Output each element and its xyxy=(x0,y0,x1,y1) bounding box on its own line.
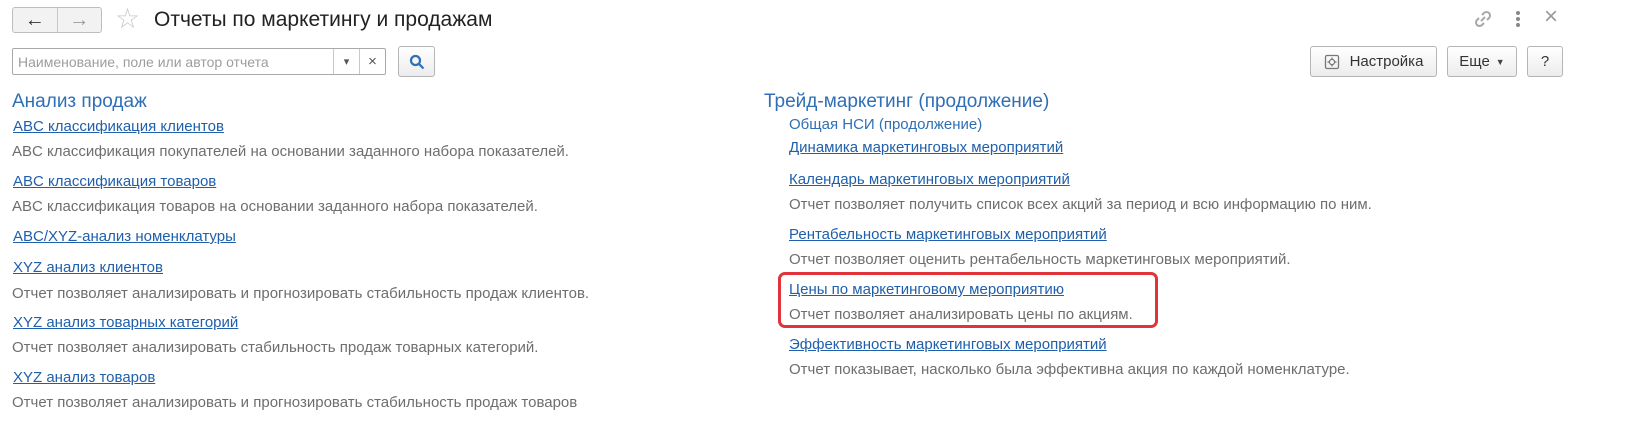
back-button[interactable]: ← xyxy=(13,8,58,32)
report-description: Отчет позволяет анализировать стабильнос… xyxy=(12,339,539,356)
report-link[interactable]: Эффективность маркетинговых мероприятий xyxy=(789,336,1107,353)
vertical-dots-icon[interactable] xyxy=(1512,9,1524,33)
report-link[interactable]: XYZ анализ товарных категорий xyxy=(13,314,238,331)
settings-label: Настройка xyxy=(1349,53,1424,70)
report-link[interactable]: ABC/XYZ-анализ номенклатуры xyxy=(13,228,236,245)
nav-buttons: ← → xyxy=(12,7,102,33)
arrow-right-icon: → xyxy=(69,9,90,31)
report-description: Отчет позволяет оценить рентабельность м… xyxy=(789,251,1291,268)
section-title: Анализ продаж xyxy=(12,91,147,112)
report-description: Отчет позволяет анализировать и прогнози… xyxy=(12,394,578,411)
help-button[interactable]: ? xyxy=(1527,46,1563,77)
settings-button[interactable]: Настройка xyxy=(1310,46,1437,77)
search-field: ▾ × xyxy=(12,48,386,75)
report-link[interactable]: ABC классификация клиентов xyxy=(13,118,224,135)
report-link[interactable]: Календарь маркетинговых мероприятий xyxy=(789,171,1070,188)
settings-icon xyxy=(1324,54,1339,69)
report-link[interactable]: ABC классификация товаров xyxy=(13,173,216,190)
more-button[interactable]: Еще ▼ xyxy=(1447,46,1517,77)
link-icon[interactable] xyxy=(1473,9,1493,33)
magnifier-icon xyxy=(409,54,424,69)
close-icon[interactable]: × xyxy=(1544,5,1558,29)
report-description: Отчет показывает, насколько была эффекти… xyxy=(789,361,1350,378)
more-label: Еще xyxy=(1459,53,1490,70)
report-description: ABC классификация покупателей на основан… xyxy=(12,143,569,160)
report-link[interactable]: XYZ анализ товаров xyxy=(13,369,155,386)
help-label: ? xyxy=(1540,53,1550,70)
report-link[interactable]: Динамика маркетинговых мероприятий xyxy=(789,139,1063,156)
highlight-frame xyxy=(778,272,1158,328)
report-link[interactable]: Рентабельность маркетинговых мероприятий xyxy=(789,226,1107,243)
subsection-title: Общая НСИ (продолжение) xyxy=(789,116,983,133)
page-title: Отчеты по маркетингу и продажам xyxy=(154,8,493,31)
report-description: Отчет позволяет анализировать и прогнози… xyxy=(12,285,590,302)
triangle-down-icon: ▾ xyxy=(343,56,350,68)
report-description: ABC классификация товаров на основании з… xyxy=(12,198,538,215)
report-description: Отчет позволяет получить список всех акц… xyxy=(789,196,1372,213)
report-link[interactable]: XYZ анализ клиентов xyxy=(13,259,163,276)
forward-button[interactable]: → xyxy=(58,8,102,32)
chevron-down-icon: ▼ xyxy=(1495,56,1505,67)
close-icon: × xyxy=(368,53,377,70)
section-title: Трейд-маркетинг (продолжение) xyxy=(764,91,1050,112)
search-clear-button[interactable]: × xyxy=(359,49,385,74)
search-button[interactable] xyxy=(398,46,435,77)
search-dropdown-button[interactable]: ▾ xyxy=(333,49,359,74)
arrow-left-icon: ← xyxy=(24,9,45,31)
search-input[interactable] xyxy=(13,49,333,74)
star-icon[interactable]: ☆ xyxy=(115,5,140,33)
